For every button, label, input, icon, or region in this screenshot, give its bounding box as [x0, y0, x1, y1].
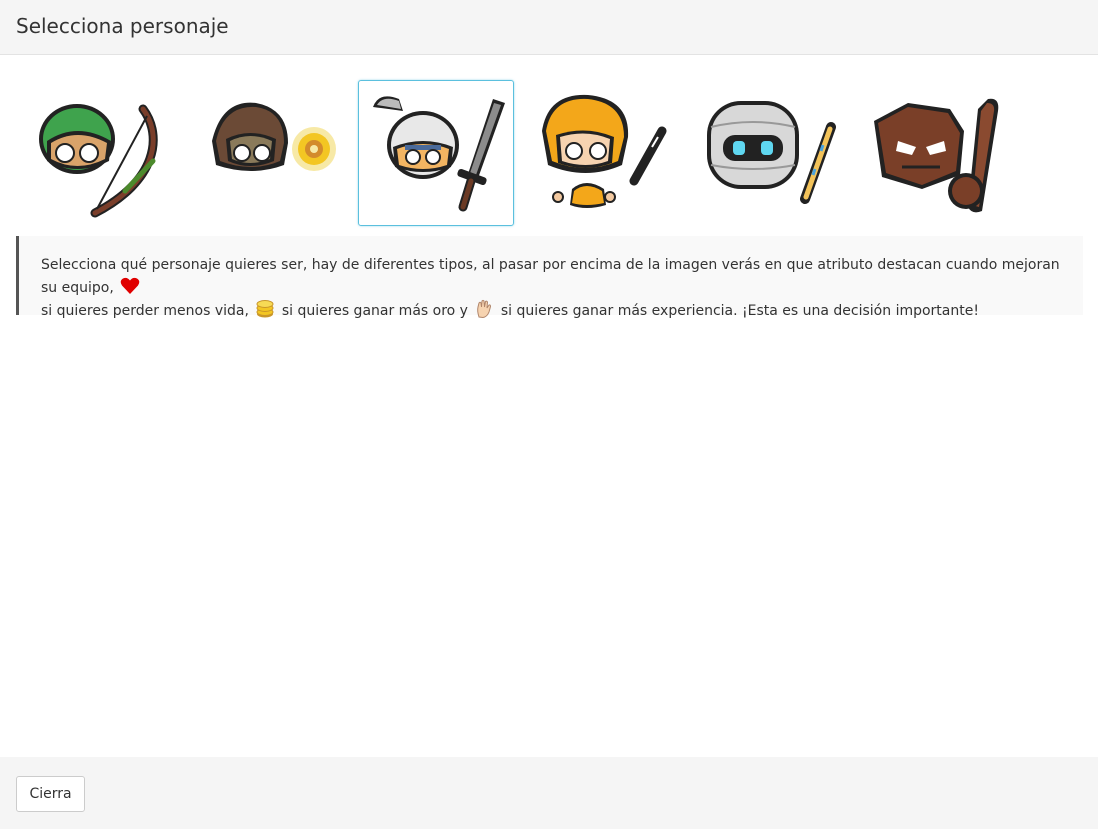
- character-select-modal: Selecciona personaje Selecciona qué pers…: [0, 0, 1098, 829]
- character-list: [24, 80, 1084, 230]
- golem-character[interactable]: [859, 80, 1015, 226]
- modal-header: Selecciona personaje: [0, 0, 1098, 55]
- knight-character[interactable]: [358, 80, 514, 226]
- knight-icon: [373, 96, 505, 212]
- archer-icon: [39, 104, 158, 218]
- robot-icon: [707, 101, 836, 204]
- info-text-1: Selecciona qué personaje quieres ser, ha…: [41, 257, 1060, 296]
- archer-character[interactable]: [24, 80, 180, 226]
- info-text-3: si quieres ganar más oro y: [281, 303, 468, 319]
- info-text-4: si quieres ganar más experiencia. ¡Esta …: [500, 303, 979, 319]
- warrior-icon: [542, 94, 667, 208]
- modal-title: Selecciona personaje: [16, 14, 229, 38]
- info-callout: Selecciona qué personaje quieres ser, ha…: [16, 236, 1083, 319]
- coins-icon: [256, 300, 274, 318]
- info-text-2: si quieres perder menos vida,: [41, 303, 249, 319]
- modal-footer: Cierra: [0, 757, 1098, 829]
- hand-icon: [477, 299, 492, 319]
- mage-icon: [212, 102, 336, 171]
- golem-icon: [874, 98, 999, 213]
- warrior-character[interactable]: [525, 80, 681, 226]
- mage-character[interactable]: [191, 80, 347, 226]
- close-button[interactable]: Cierra: [16, 776, 85, 812]
- heart-icon: [120, 277, 140, 294]
- robot-character[interactable]: [692, 80, 848, 226]
